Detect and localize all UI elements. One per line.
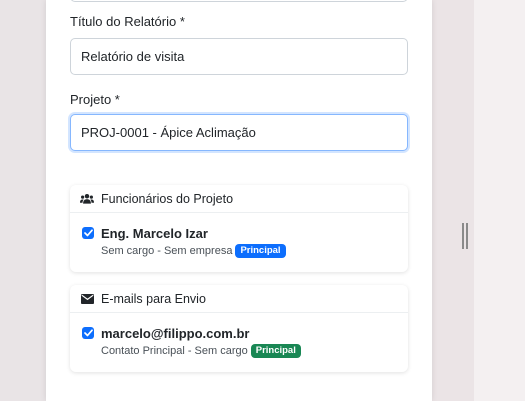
project-input[interactable]: PROJ-0001 - Ápice Aclimação <box>70 114 408 151</box>
employee-name: Eng. Marcelo Izar <box>101 226 208 241</box>
emails-card-title: E-mails para Envio <box>101 291 206 306</box>
title-label: Título do Relatório * <box>70 14 185 29</box>
principal-badge: Principal <box>250 344 301 358</box>
resize-handle[interactable] <box>462 223 468 249</box>
backdrop-left <box>0 0 46 401</box>
emails-card: E-mails para Envio marcelo@filippo.com.b… <box>70 285 408 372</box>
email-subtitle: Contato Principal - Sem cargo Principal <box>101 344 301 358</box>
envelope-icon <box>80 292 94 306</box>
employee-checkbox[interactable] <box>82 227 94 239</box>
email-address: marcelo@filippo.com.br <box>101 326 250 341</box>
employee-subtitle: Sem cargo - Sem empresa Principal <box>101 244 286 258</box>
backdrop-strip <box>432 0 474 401</box>
report-modal: Título do Relatório * Relatório de visit… <box>46 0 432 401</box>
employee-role-company: Sem cargo - Sem empresa <box>101 245 233 257</box>
users-icon <box>80 192 94 206</box>
employees-card-title: Funcionários do Projeto <box>101 191 234 206</box>
side-panel <box>474 0 525 401</box>
previous-field[interactable] <box>70 0 408 2</box>
email-contact-role: Contato Principal - Sem cargo <box>101 345 248 357</box>
emails-card-header: E-mails para Envio <box>70 285 408 313</box>
email-checkbox[interactable] <box>82 327 94 339</box>
title-input[interactable]: Relatório de visita <box>70 38 408 75</box>
employees-card: Funcionários do Projeto Eng. Marcelo Iza… <box>70 185 408 272</box>
project-label: Projeto * <box>70 92 120 107</box>
principal-badge: Principal <box>235 244 286 258</box>
employees-card-header: Funcionários do Projeto <box>70 185 408 213</box>
